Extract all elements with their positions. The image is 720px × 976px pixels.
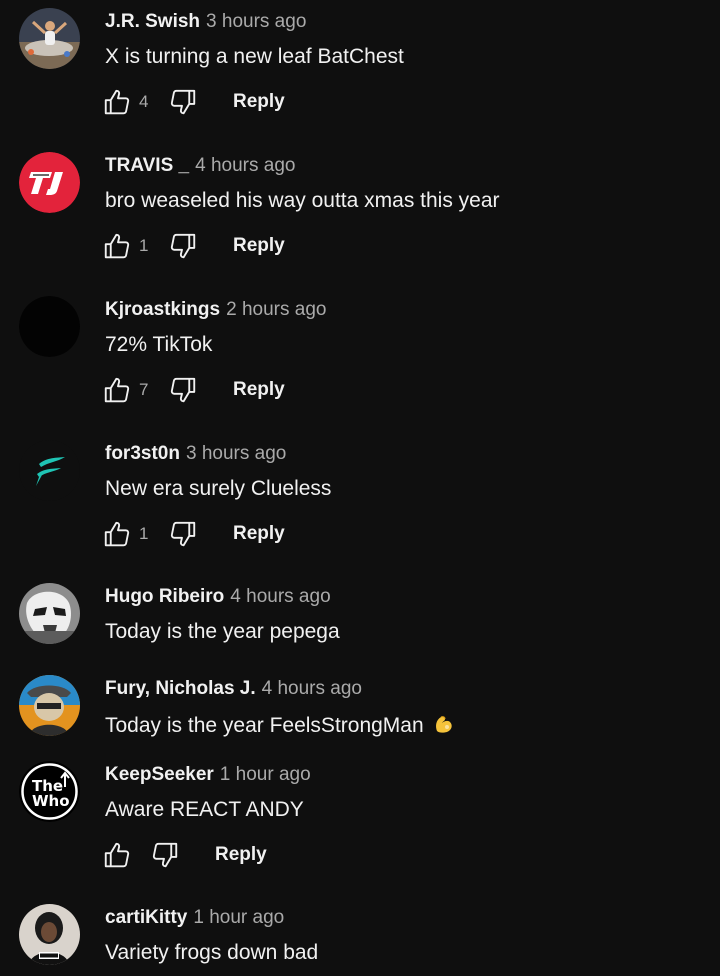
like-count: 4 [139, 92, 149, 111]
like-count: 1 [139, 524, 149, 543]
avatar[interactable]: The Who [19, 761, 80, 822]
comment-timestamp[interactable]: 4 hours ago [195, 155, 295, 176]
like-button[interactable] [101, 518, 133, 550]
thumbs-down-icon [170, 521, 196, 547]
like-button[interactable] [101, 374, 133, 406]
comment-timestamp[interactable]: 3 hours ago [186, 443, 286, 464]
comment-actions: 7 Reply [101, 374, 285, 406]
masked-figure-avatar-icon [19, 675, 80, 736]
avatar[interactable] [19, 152, 80, 213]
thumbs-down-icon [170, 89, 196, 115]
comment-author[interactable]: for3st0n [105, 443, 180, 464]
comment-text-content: Today is the year FeelsStrongMan [105, 714, 424, 737]
teal-f-logo-avatar-icon [19, 440, 80, 501]
black-avatar-icon [19, 296, 80, 357]
dislike-button[interactable] [167, 230, 199, 262]
dislike-button[interactable] [167, 518, 199, 550]
comment-author[interactable]: J.R. Swish [105, 11, 200, 32]
comment-author[interactable]: Fury, Nicholas J. [105, 678, 256, 699]
person-avatar-icon [19, 904, 80, 965]
comment-timestamp[interactable]: 4 hours ago [230, 586, 330, 607]
comment-header: cartiKitty 1 hour ago [105, 907, 284, 929]
comment-header: TRAVIS _ 4 hours ago [105, 155, 295, 177]
reply-button[interactable]: Reply [215, 844, 267, 866]
thumbs-down-icon [170, 233, 196, 259]
comment-author[interactable]: TRAVIS _ [105, 155, 189, 176]
stormtrooper-avatar-icon [19, 583, 80, 644]
comment-actions: 4 Reply [101, 86, 285, 118]
tj-logo-avatar-icon [19, 152, 80, 213]
avatar[interactable] [19, 296, 80, 357]
like-button[interactable] [101, 86, 133, 118]
avatar[interactable] [19, 440, 80, 501]
comment-actions: Reply [101, 839, 267, 871]
comment-text: Today is the year pepega [105, 620, 340, 643]
svg-text:Who: Who [32, 792, 70, 810]
flexed-arm-emoji-icon [435, 716, 452, 733]
the-who-logo-avatar-icon: The Who [19, 761, 80, 822]
reply-button[interactable]: Reply [233, 91, 285, 113]
dislike-button[interactable] [167, 374, 199, 406]
comment-text: Today is the year FeelsStrongMan [105, 711, 456, 739]
like-button[interactable] [101, 839, 133, 871]
reply-button[interactable]: Reply [233, 379, 285, 401]
thumbs-up-icon [104, 842, 130, 868]
comment-text: X is turning a new leaf BatChest [105, 45, 404, 68]
like-count: 1 [139, 236, 149, 255]
comment-header: KeepSeeker 1 hour ago [105, 764, 311, 786]
dislike-button[interactable] [167, 86, 199, 118]
comment-timestamp[interactable]: 2 hours ago [226, 299, 326, 320]
comment-author[interactable]: Hugo Ribeiro [105, 586, 224, 607]
comment-header: Kjroastkings 2 hours ago [105, 299, 326, 321]
thumbs-up-icon [104, 233, 130, 259]
comment-timestamp[interactable]: 1 hour ago [220, 764, 311, 785]
comment-header: J.R. Swish 3 hours ago [105, 11, 306, 33]
comment-actions: 1 Reply [101, 518, 285, 550]
comment-author[interactable]: Kjroastkings [105, 299, 220, 320]
comment-actions: 1 Reply [101, 230, 285, 262]
comment-timestamp[interactable]: 3 hours ago [206, 11, 306, 32]
avatar[interactable] [19, 904, 80, 965]
comment-header: for3st0n 3 hours ago [105, 443, 286, 465]
comment-author[interactable]: KeepSeeker [105, 764, 214, 785]
comment-text: New era surely Clueless [105, 477, 332, 500]
comment-text: Aware REACT ANDY [105, 798, 304, 821]
thumbs-up-icon [104, 521, 130, 547]
avatar[interactable] [19, 583, 80, 644]
comment-timestamp[interactable]: 1 hour ago [193, 907, 284, 928]
thumbs-up-icon [104, 89, 130, 115]
dislike-button[interactable] [149, 839, 181, 871]
comment-text: 72% TikTok [105, 333, 213, 356]
comment-header: Fury, Nicholas J. 4 hours ago [105, 678, 362, 700]
thumbs-up-icon [104, 377, 130, 403]
comment-text: Variety frogs down bad [105, 941, 319, 964]
basketball-player-avatar-icon [19, 8, 80, 69]
like-button[interactable] [101, 230, 133, 262]
avatar[interactable] [19, 675, 80, 736]
thumbs-down-icon [152, 842, 178, 868]
thumbs-down-icon [170, 377, 196, 403]
comment-header: Hugo Ribeiro 4 hours ago [105, 586, 331, 608]
like-count: 7 [139, 380, 149, 399]
comment-text: bro weaseled his way outta xmas this yea… [105, 189, 500, 212]
comment-timestamp[interactable]: 4 hours ago [262, 678, 362, 699]
reply-button[interactable]: Reply [233, 523, 285, 545]
reply-button[interactable]: Reply [233, 235, 285, 257]
avatar[interactable] [19, 8, 80, 69]
comment-author[interactable]: cartiKitty [105, 907, 187, 928]
